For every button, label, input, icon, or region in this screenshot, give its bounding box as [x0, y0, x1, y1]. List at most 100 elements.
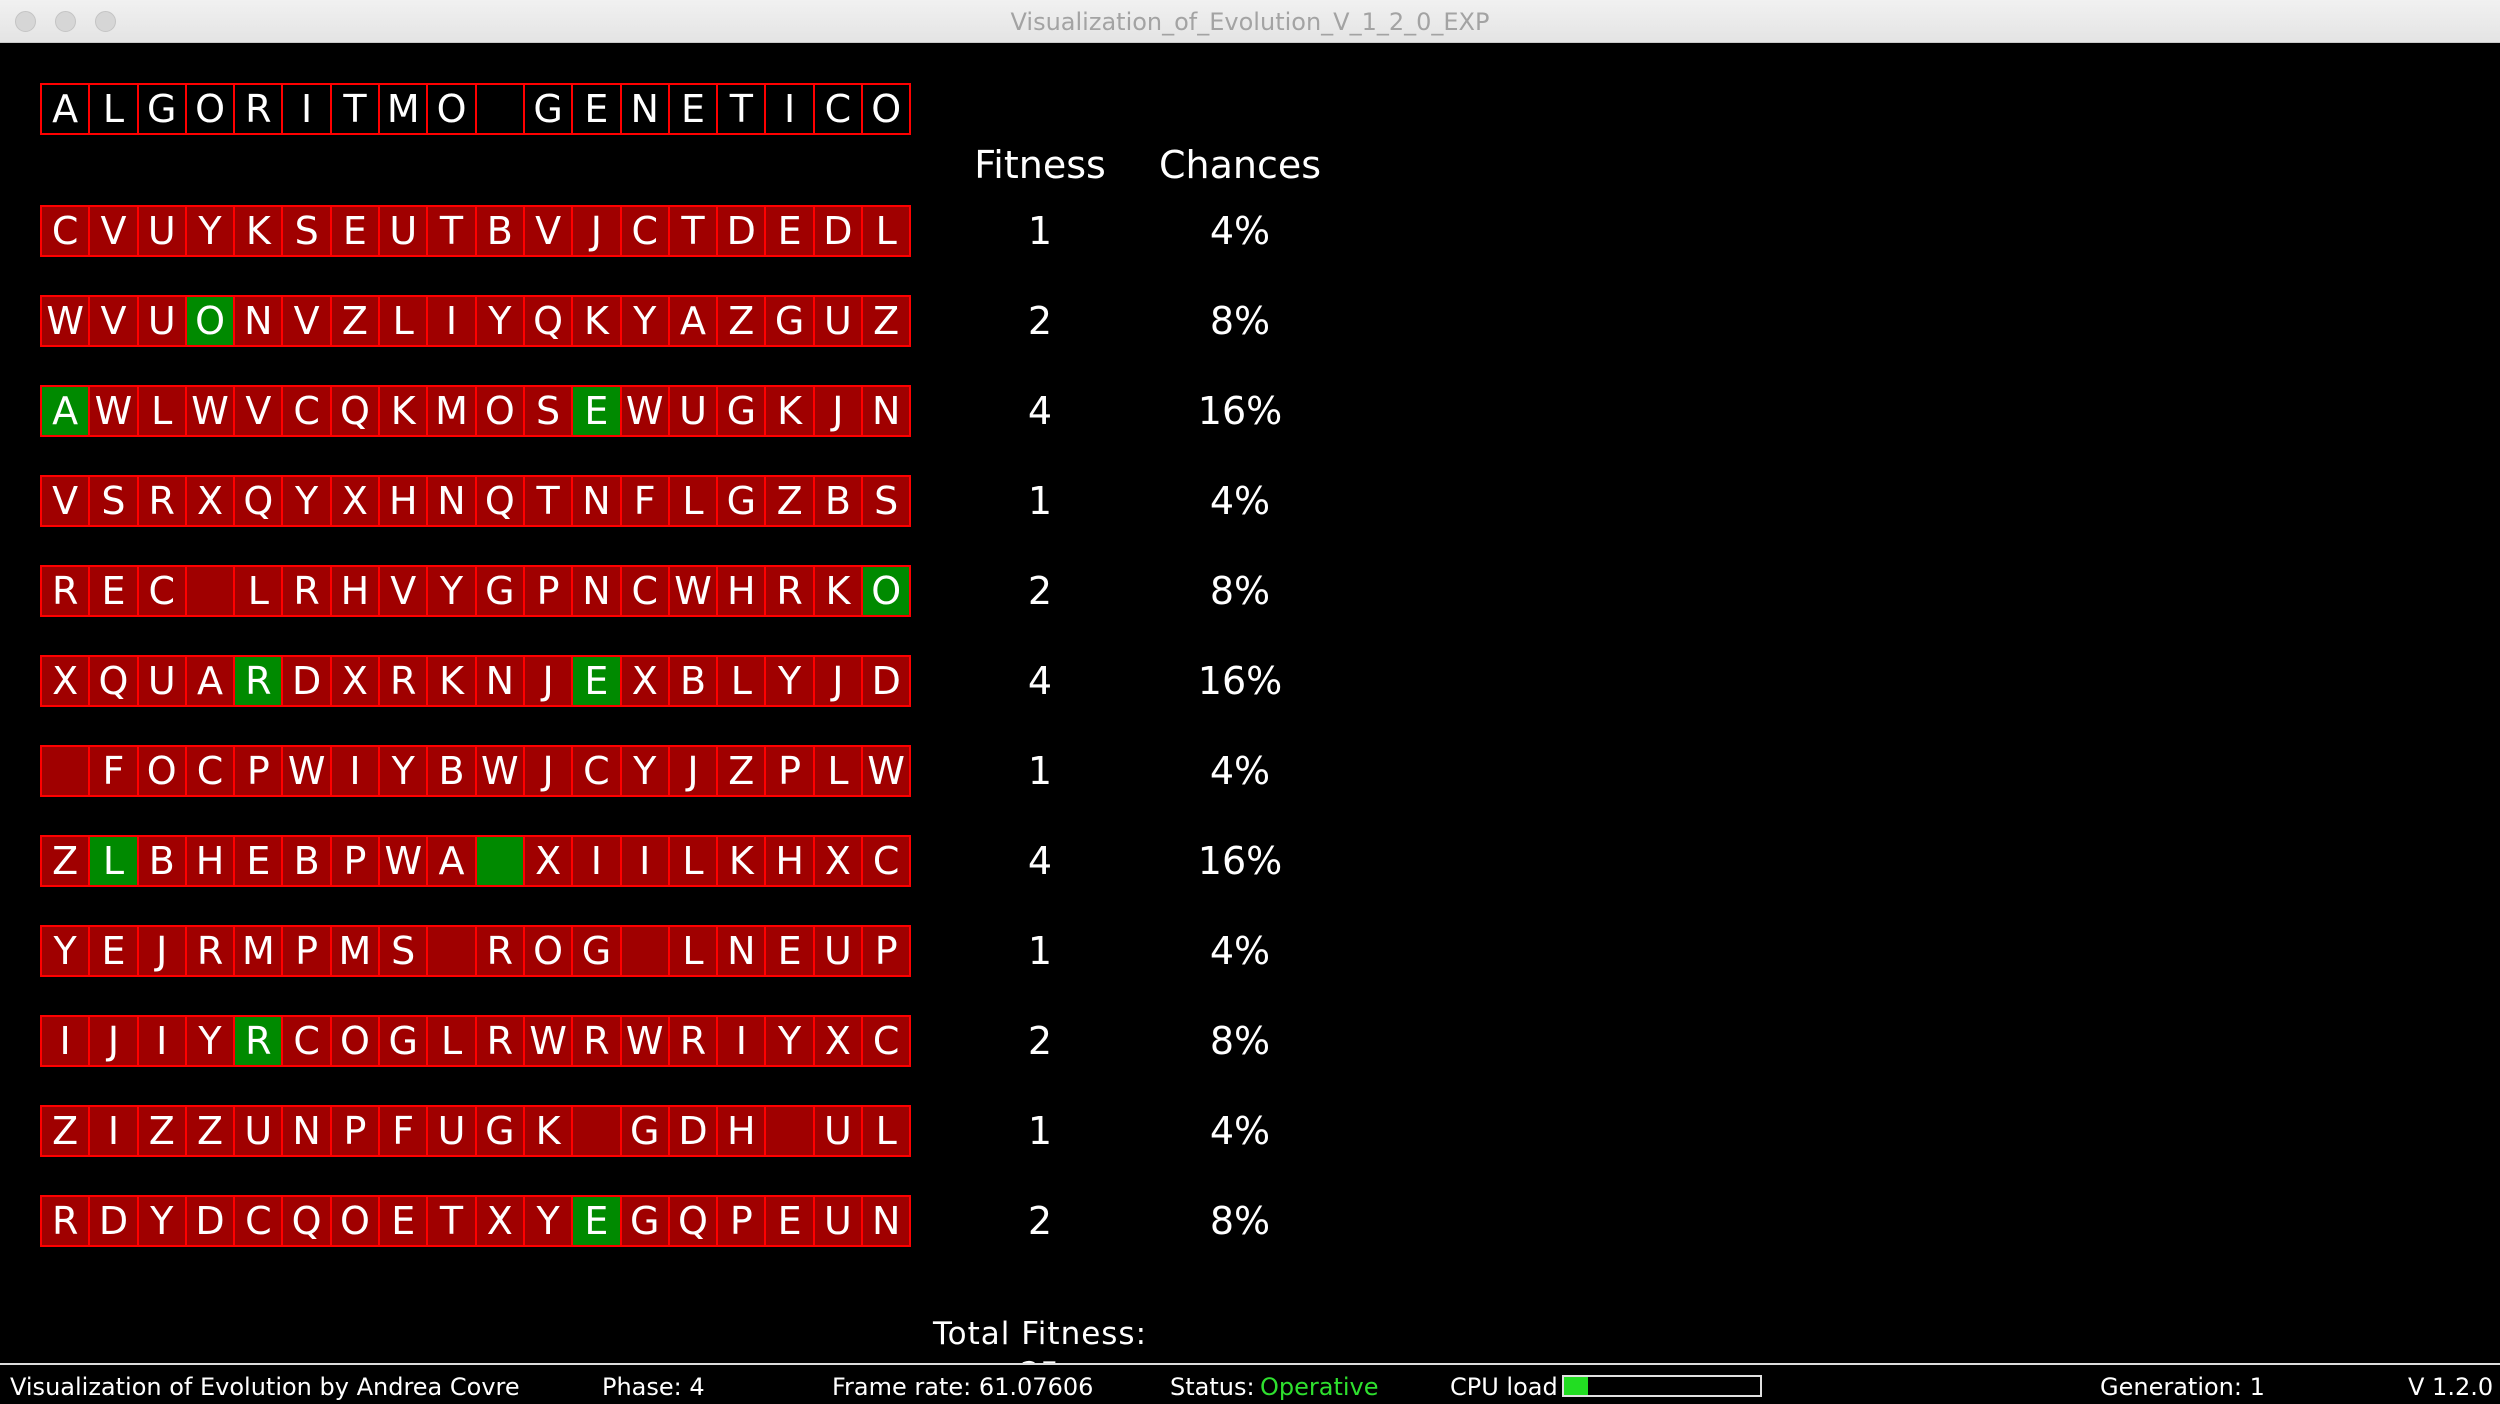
gene-cell: L — [233, 565, 284, 617]
gene-cell: F — [378, 1105, 429, 1157]
gene-cell: N — [861, 385, 912, 437]
target-letter-cell: O — [184, 83, 236, 135]
gene-cell: X — [522, 835, 574, 887]
target-letter-cell: O — [426, 83, 477, 135]
gene-cell: X — [812, 835, 864, 887]
chance-value: 16% — [1197, 659, 1283, 703]
gene-cell: B — [667, 655, 719, 707]
gene-cell: S — [378, 925, 429, 977]
target-letter-cell: I — [281, 83, 332, 135]
gene-cell: E — [378, 1195, 429, 1247]
gene-cell: H — [764, 835, 815, 887]
gene-cell: Y — [522, 1195, 574, 1247]
gene-cell: L — [667, 475, 719, 527]
phase-indicator: Phase: 4 — [602, 1373, 705, 1401]
gene-cell: B — [812, 475, 864, 527]
individual-row: REC LRHVYGPNCWHRKO — [40, 565, 912, 617]
gene-cell: R — [378, 655, 429, 707]
individual-row: IJIYRCOGLRWRWRIYXC — [40, 1015, 912, 1067]
gene-cell: V — [88, 205, 139, 257]
target-phrase-row: ALGORITMO GENETICO — [40, 83, 912, 135]
gene-cell: U — [812, 1105, 864, 1157]
gene-cell: C — [184, 745, 236, 797]
gene-cell-match: L — [88, 835, 139, 887]
gene-cell: L — [667, 835, 719, 887]
gene-cell: Z — [764, 475, 815, 527]
gene-cell: G — [378, 1015, 429, 1067]
gene-cell: B — [136, 835, 187, 887]
gene-cell: J — [571, 205, 622, 257]
gene-cell: A — [426, 835, 477, 887]
gene-cell: N — [233, 295, 284, 347]
gene-cell: S — [861, 475, 912, 527]
target-letter-cell: O — [861, 83, 912, 135]
gene-cell: D — [716, 205, 767, 257]
fitness-value: 2 — [1027, 1019, 1053, 1063]
gene-cell: W — [522, 1015, 574, 1067]
gene-cell: F — [88, 745, 139, 797]
evolution-canvas: ALGORITMO GENETICO Fitness Chances CVUYK… — [0, 43, 2500, 1392]
gene-cell: N — [571, 475, 622, 527]
gene-cell: H — [716, 565, 767, 617]
individual-row: XQUARDXRKNJEXBLYJD — [40, 655, 912, 707]
gene-cell: M — [233, 925, 284, 977]
gene-cell — [426, 925, 477, 977]
gene-cell: D — [861, 655, 912, 707]
chance-value: 4% — [1209, 929, 1271, 973]
gene-cell: V — [88, 295, 139, 347]
gene-cell: G — [619, 1105, 670, 1157]
gene-cell: C — [861, 835, 912, 887]
gene-cell: V — [522, 205, 574, 257]
gene-cell: C — [571, 745, 622, 797]
gene-cell: W — [619, 1015, 670, 1067]
fitness-value: 2 — [1027, 569, 1053, 613]
chance-value: 16% — [1197, 839, 1283, 883]
chance-value: 4% — [1209, 1109, 1271, 1153]
gene-cell: E — [764, 1195, 815, 1247]
fitness-value: 4 — [1027, 389, 1053, 433]
gene-cell: D — [184, 1195, 236, 1247]
gene-cell: L — [136, 385, 187, 437]
gene-cell: L — [378, 295, 429, 347]
gene-cell: K — [764, 385, 815, 437]
chance-value: 8% — [1209, 1019, 1271, 1063]
gene-cell-match: E — [571, 385, 622, 437]
gene-cell: K — [812, 565, 864, 617]
gene-cell: Q — [88, 655, 139, 707]
gene-cell: C — [619, 205, 670, 257]
gene-cell: X — [40, 655, 91, 707]
gene-cell: E — [233, 835, 284, 887]
gene-cell: Z — [329, 295, 381, 347]
target-letter-cell: E — [571, 83, 622, 135]
gene-cell: X — [329, 475, 381, 527]
gene-cell: M — [329, 925, 381, 977]
fitness-value: 1 — [1027, 479, 1053, 523]
gene-cell: H — [378, 475, 429, 527]
gene-cell: S — [281, 205, 332, 257]
gene-cell: D — [812, 205, 864, 257]
gene-cell: C — [861, 1015, 912, 1067]
target-letter-cell: T — [329, 83, 381, 135]
gene-cell: D — [88, 1195, 139, 1247]
fitness-value: 2 — [1027, 1199, 1053, 1243]
gene-cell — [571, 1105, 622, 1157]
target-letter-cell: T — [716, 83, 767, 135]
gene-cell-match: E — [571, 655, 622, 707]
gene-cell: K — [426, 655, 477, 707]
fitness-header: Fitness — [974, 143, 1106, 187]
fitness-value: 4 — [1027, 839, 1053, 883]
gene-cell: G — [474, 565, 525, 617]
cpu-load-fill — [1564, 1377, 1588, 1395]
gene-cell: T — [426, 1195, 477, 1247]
gene-cell: M — [426, 385, 477, 437]
gene-cell: W — [619, 385, 670, 437]
gene-cell: Q — [233, 475, 284, 527]
gene-cell: Y — [378, 745, 429, 797]
gene-cell: N — [861, 1195, 912, 1247]
gene-cell: U — [812, 925, 864, 977]
gene-cell: G — [474, 1105, 525, 1157]
cpu-load-bar — [1562, 1375, 1762, 1397]
gene-cell: O — [136, 745, 187, 797]
gene-cell: Y — [619, 745, 670, 797]
target-letter-cell: N — [619, 83, 670, 135]
